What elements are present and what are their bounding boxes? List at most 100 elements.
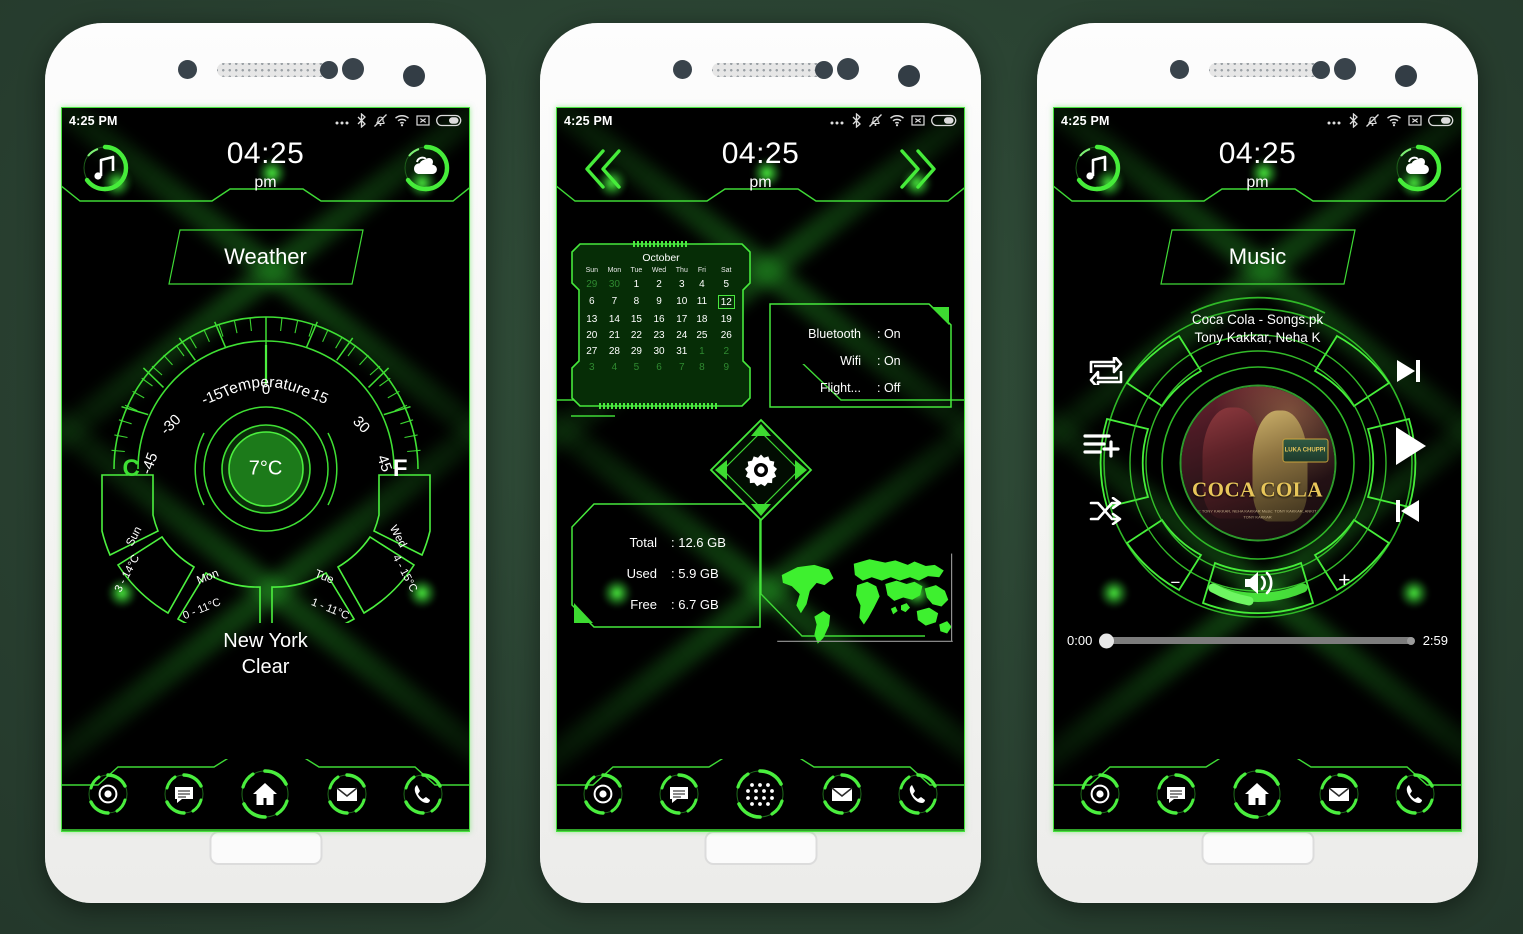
unit-celsius-button[interactable]: C	[123, 455, 140, 483]
calendar-day-cell[interactable]: 31	[671, 343, 692, 359]
toggle-row-wifi[interactable]: Wifi : On	[783, 354, 938, 368]
calendar-day-cell[interactable]: 30	[647, 343, 672, 359]
calendar-day-cell[interactable]: 17	[671, 311, 692, 327]
calendar-day-cell[interactable]: 5	[626, 359, 646, 375]
calendar-day-cell[interactable]: 3	[671, 276, 692, 292]
calendar-day-cell[interactable]: 2	[712, 343, 741, 359]
status-bar: 4:25 PM	[62, 108, 469, 133]
playlist-add-icon[interactable]	[1075, 419, 1129, 469]
next-track-icon[interactable]	[1383, 349, 1433, 393]
calendar-day-cell[interactable]: 4	[603, 359, 627, 375]
mail-icon[interactable]	[323, 770, 371, 818]
calendar-day-cell[interactable]: 25	[692, 327, 711, 343]
world-map-icon	[777, 553, 953, 644]
calendar-day-cell[interactable]: 8	[626, 292, 646, 311]
calendar-day-cell[interactable]: 16	[647, 311, 672, 327]
calendar-day-cell[interactable]: 12	[712, 292, 741, 311]
calendar-day-cell[interactable]: 19	[712, 311, 741, 327]
calendar-day-cell[interactable]: 2	[647, 276, 672, 292]
storage-value: : 6.7 GB	[671, 597, 719, 612]
screen-tools: 4:25 PM 04:25 pm October Sun Mon Tue Wed…	[556, 107, 965, 832]
calendar-day-cell[interactable]: 18	[692, 311, 711, 327]
messages-icon[interactable]	[1152, 770, 1200, 818]
calendar-day-cell[interactable]: 21	[603, 327, 627, 343]
app-drawer-icon[interactable]	[730, 764, 790, 824]
calendar-day-cell[interactable]: 14	[603, 311, 627, 327]
calendar-day-cell[interactable]: 6	[581, 292, 603, 311]
calendar-day-cell[interactable]: 24	[671, 327, 692, 343]
front-camera-icon	[342, 58, 364, 80]
volume-up-button[interactable]: +	[1338, 569, 1350, 593]
calendar-widget[interactable]: October Sun Mon Tue Wed Thu Fri Sat 29 30…	[571, 241, 751, 409]
calendar-day-cell[interactable]: 13	[581, 311, 603, 327]
calendar-day-cell[interactable]: 15	[626, 311, 646, 327]
weekday: Thu	[675, 267, 688, 274]
calendar-day-cell[interactable]: 6	[647, 359, 672, 375]
calendar-day-cell[interactable]: 10	[671, 292, 692, 311]
play-icon[interactable]	[1383, 419, 1437, 473]
calendar-day-cell[interactable]: 30	[603, 276, 627, 292]
chrome-icon[interactable]	[84, 770, 132, 818]
repeat-icon[interactable]	[1081, 349, 1131, 393]
seek-end-dot	[1406, 636, 1415, 645]
mail-icon[interactable]	[818, 770, 866, 818]
toggle-row-flight-mode[interactable]: Flight... : Off	[783, 381, 938, 395]
home-icon[interactable]	[1227, 764, 1287, 824]
hardware-home-button[interactable]	[1201, 831, 1314, 865]
front-camera-icon	[837, 58, 859, 80]
calendar-day-cell[interactable]: 4	[692, 276, 711, 292]
calendar-day-cell[interactable]: 1	[626, 276, 646, 292]
calendar-day-cell[interactable]: 26	[712, 327, 741, 343]
calendar-week-row: 20 21 22 23 24 25 26	[581, 327, 741, 343]
calendar-day-cell[interactable]: 29	[581, 276, 603, 292]
calendar-day-cell[interactable]: 22	[626, 327, 646, 343]
gear-icon[interactable]	[744, 453, 778, 487]
hardware-home-button[interactable]	[704, 831, 817, 865]
calendar-day-cell[interactable]: 7	[671, 359, 692, 375]
calendar-day-cell[interactable]: 28	[603, 343, 627, 359]
messages-icon[interactable]	[655, 770, 703, 818]
hardware-home-button[interactable]	[209, 831, 322, 865]
seek-slider[interactable]	[1099, 633, 1415, 648]
calendar-day-cell[interactable]: 7	[603, 292, 627, 311]
volume-down-button[interactable]: −	[1171, 573, 1181, 593]
weather-condition: Clear	[241, 655, 290, 678]
calendar-day-cell[interactable]: 5	[712, 276, 741, 292]
calendar-day-cell[interactable]: 27	[581, 343, 603, 359]
album-art[interactable]: LUKA CHUPPI COCA COLA Singers: TONY KAKK…	[1179, 384, 1336, 542]
calendar-day-cell[interactable]: 9	[647, 292, 672, 311]
calendar-day-cell[interactable]: 23	[647, 327, 672, 343]
calendar-day-cell[interactable]: 20	[581, 327, 603, 343]
calendar-week-row: 27 28 29 30 31 1 2	[581, 343, 741, 359]
quick-toggles-panel[interactable]: Bluetooth : On Wifi : On Flight... : Off	[769, 303, 952, 408]
forecast-sun-day: Sun	[124, 525, 144, 549]
seek-knob[interactable]	[1099, 633, 1115, 648]
settings-dpad[interactable]	[709, 418, 813, 522]
phone-icon[interactable]	[1391, 770, 1439, 818]
previous-track-icon[interactable]	[1383, 489, 1433, 533]
chrome-icon[interactable]	[1076, 770, 1124, 818]
mail-icon[interactable]	[1315, 770, 1363, 818]
toggle-row-bluetooth[interactable]: Bluetooth : On	[783, 327, 938, 341]
light-sensor-icon	[815, 61, 833, 79]
temperature-dial: 0 -15 15 -30 30 -45 45 Temperature Sun 3…	[96, 293, 436, 623]
calendar-day-cell[interactable]: 11	[692, 292, 711, 311]
chrome-icon[interactable]	[579, 770, 627, 818]
calendar-day-cell[interactable]: 9	[712, 359, 741, 375]
volume-icon[interactable]	[1234, 563, 1282, 603]
shuffle-icon[interactable]	[1081, 489, 1131, 533]
weekday: Mon	[607, 267, 622, 274]
calendar-day-cell[interactable]: 8	[692, 359, 711, 375]
messages-icon[interactable]	[160, 770, 208, 818]
phone-icon[interactable]	[894, 770, 942, 818]
calendar-month: October	[642, 252, 680, 264]
home-icon[interactable]	[235, 764, 295, 824]
calendar-day-cell[interactable]: 1	[692, 343, 711, 359]
calendar-day-cell[interactable]: 3	[581, 359, 603, 375]
calendar-week-row: 3456789	[581, 359, 741, 375]
calendar-day-cell[interactable]: 29	[626, 343, 646, 359]
world-map-widget[interactable]	[775, 548, 955, 648]
storage-row-free: Free : 6.7 GB	[571, 597, 751, 612]
phone-icon[interactable]	[399, 770, 447, 818]
unit-fahrenheit-button[interactable]: F	[393, 455, 408, 483]
